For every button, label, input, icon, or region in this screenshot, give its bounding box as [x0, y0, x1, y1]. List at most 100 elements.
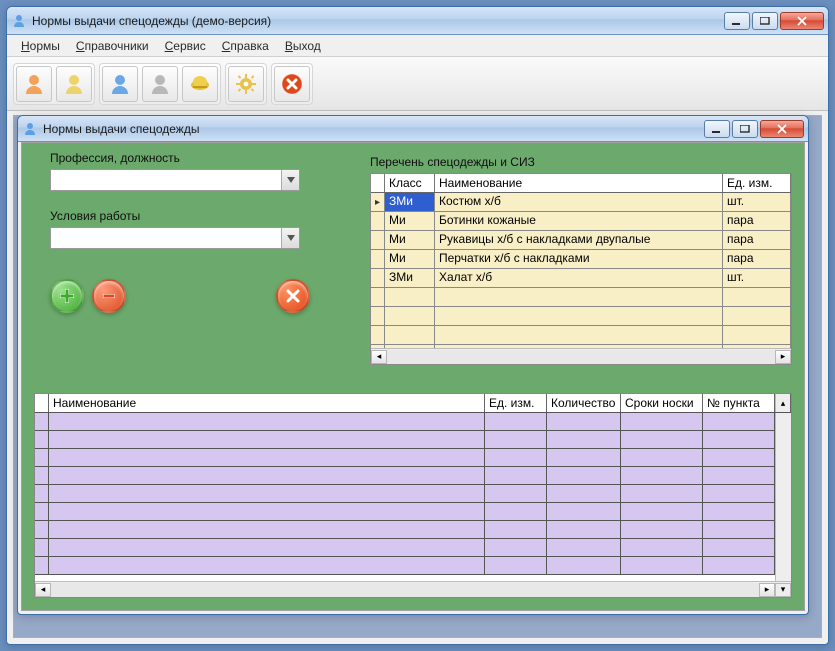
- row-indicator: [371, 231, 385, 249]
- bottom-grid-row[interactable]: [35, 449, 775, 467]
- bhdr-qty[interactable]: Количество: [547, 394, 621, 412]
- app-icon: [11, 13, 27, 29]
- bottom-grid-row[interactable]: [35, 557, 775, 575]
- child-window-icon: [22, 121, 38, 137]
- scroll-right-icon[interactable]: ▸: [775, 350, 791, 364]
- minimize-button[interactable]: [724, 12, 750, 30]
- row-indicator: [371, 269, 385, 287]
- close-button[interactable]: [780, 12, 824, 30]
- right-grid-hscroll[interactable]: ◂ ▸: [371, 348, 791, 364]
- form-area: Профессия, должность Условия работы Пере…: [21, 142, 805, 611]
- cell-class[interactable]: Ми: [385, 250, 435, 268]
- cell-uom[interactable]: шт.: [723, 269, 791, 287]
- tool-person-blue[interactable]: [102, 66, 138, 102]
- right-grid[interactable]: Класс Наименование Ед. изм. ЗМиКостюм х/…: [370, 173, 792, 365]
- hdr-uom[interactable]: Ед. изм.: [723, 174, 791, 192]
- menu-spravochniki[interactable]: Справочники: [68, 37, 157, 55]
- bhdr-uom[interactable]: Ед. изм.: [485, 394, 547, 412]
- bscroll-track[interactable]: [51, 583, 759, 597]
- tool-gear[interactable]: [228, 66, 264, 102]
- cell-class[interactable]: ЗМи: [385, 269, 435, 287]
- cell-name[interactable]: Халат х/б: [435, 269, 723, 287]
- bhdr-name[interactable]: Наименование: [49, 394, 485, 412]
- profession-label: Профессия, должность: [50, 151, 310, 165]
- profession-combo[interactable]: [50, 169, 300, 191]
- cell-uom[interactable]: шт.: [723, 193, 791, 211]
- tool-helmet[interactable]: [182, 66, 218, 102]
- conditions-input[interactable]: [51, 228, 281, 248]
- menu-normy[interactable]: Нормы: [13, 37, 68, 55]
- right-grid-row[interactable]: ЗМиКостюм х/бшт.: [371, 193, 791, 212]
- cell-name[interactable]: Рукавицы х/б с накладками двупалые: [435, 231, 723, 249]
- main-titlebar[interactable]: Нормы выдачи спецодежды (демо-версия): [7, 7, 828, 35]
- cell-uom[interactable]: пара: [723, 231, 791, 249]
- bscroll-right-icon[interactable]: ▸: [759, 583, 775, 597]
- hdr-name[interactable]: Наименование: [435, 174, 723, 192]
- cell-class[interactable]: Ми: [385, 231, 435, 249]
- tool-group-2: [99, 63, 221, 105]
- right-grid-empty-row[interactable]: [371, 326, 791, 345]
- right-grid-header: Класс Наименование Ед. изм.: [371, 174, 791, 193]
- bottom-grid-row[interactable]: [35, 413, 775, 431]
- bscroll-left-icon[interactable]: ◂: [35, 583, 51, 597]
- delete-button[interactable]: [92, 279, 126, 313]
- cell-class[interactable]: ЗМи: [385, 193, 435, 211]
- cell-name[interactable]: Ботинки кожаные: [435, 212, 723, 230]
- bottom-grid-vscroll-down[interactable]: ▾: [775, 583, 791, 597]
- cell-name[interactable]: Перчатки х/б с накладками: [435, 250, 723, 268]
- bhdr-term[interactable]: Сроки носки: [621, 394, 703, 412]
- menu-spravka[interactable]: Справка: [214, 37, 277, 55]
- child-title: Нормы выдачи спецодежды: [43, 122, 702, 136]
- conditions-combo[interactable]: [50, 227, 300, 249]
- tool-cancel[interactable]: [274, 66, 310, 102]
- child-titlebar[interactable]: Нормы выдачи спецодежды: [18, 116, 808, 142]
- tool-person-gray[interactable]: [142, 66, 178, 102]
- cancel-button[interactable]: [276, 279, 310, 313]
- add-button[interactable]: [50, 279, 84, 313]
- bottom-grid-row[interactable]: [35, 503, 775, 521]
- conditions-dropdown-button[interactable]: [281, 228, 299, 248]
- right-grid-empty-row[interactable]: [371, 307, 791, 326]
- menu-vyhod[interactable]: Выход: [277, 37, 329, 55]
- bottom-grid-hscroll[interactable]: ◂ ▸ ▾: [35, 581, 791, 597]
- row-indicator: [371, 193, 385, 211]
- child-minimize-button[interactable]: [704, 120, 730, 138]
- right-grid-row[interactable]: ЗМиХалат х/бшт.: [371, 269, 791, 288]
- bottom-grid-vscroll-up[interactable]: ▴: [775, 394, 791, 412]
- tool-group-3: [225, 63, 267, 105]
- bottom-grid[interactable]: Наименование Ед. изм. Количество Сроки н…: [34, 393, 792, 598]
- hdr-class[interactable]: Класс: [385, 174, 435, 192]
- right-grid-row[interactable]: МиБотинки кожаныепара: [371, 212, 791, 231]
- child-window: Нормы выдачи спецодежды Профессия, должн…: [17, 115, 809, 615]
- main-title: Нормы выдачи спецодежды (демо-версия): [32, 14, 722, 28]
- scroll-track[interactable]: [387, 350, 775, 364]
- right-grid-title: Перечень спецодежды и СИЗ: [370, 155, 792, 169]
- right-grid-row[interactable]: МиРукавицы х/б с накладками двупалыепара: [371, 231, 791, 250]
- bottom-grid-row[interactable]: [35, 521, 775, 539]
- child-maximize-button[interactable]: [732, 120, 758, 138]
- scroll-left-icon[interactable]: ◂: [371, 350, 387, 364]
- bottom-grid-row[interactable]: [35, 467, 775, 485]
- tool-group-1: [13, 63, 95, 105]
- child-close-button[interactable]: [760, 120, 804, 138]
- tool-group-4: [271, 63, 313, 105]
- tool-person-orange[interactable]: [16, 66, 52, 102]
- toolbar: [7, 57, 828, 111]
- right-grid-empty-row[interactable]: [371, 288, 791, 307]
- bottom-grid-vscroll[interactable]: [775, 413, 791, 581]
- bhdr-num[interactable]: № пункта: [703, 394, 775, 412]
- cell-uom[interactable]: пара: [723, 250, 791, 268]
- bottom-grid-row[interactable]: [35, 539, 775, 557]
- cell-uom[interactable]: пара: [723, 212, 791, 230]
- right-grid-row[interactable]: МиПерчатки х/б с накладкамипара: [371, 250, 791, 269]
- profession-input[interactable]: [51, 170, 281, 190]
- tool-person-yellow[interactable]: [56, 66, 92, 102]
- profession-dropdown-button[interactable]: [281, 170, 299, 190]
- menu-servis[interactable]: Сервис: [157, 37, 214, 55]
- maximize-button[interactable]: [752, 12, 778, 30]
- cell-class[interactable]: Ми: [385, 212, 435, 230]
- row-indicator: [371, 250, 385, 268]
- bottom-grid-row[interactable]: [35, 431, 775, 449]
- cell-name[interactable]: Костюм х/б: [435, 193, 723, 211]
- bottom-grid-row[interactable]: [35, 485, 775, 503]
